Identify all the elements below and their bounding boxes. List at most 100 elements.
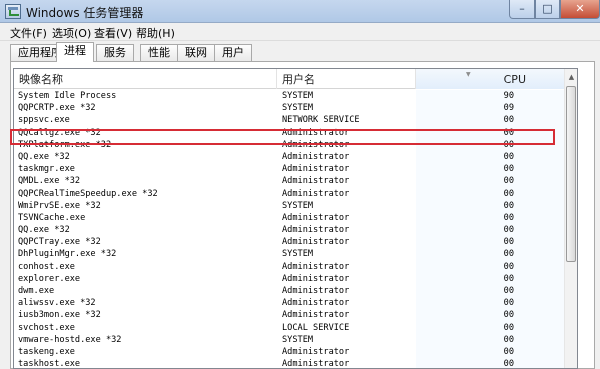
table-row[interactable]: QQPCTray.exe *32 Administrator 00 [14, 236, 564, 248]
process-user: Administrator [282, 151, 350, 162]
table-row[interactable]: QQ.exe *32 Administrator 00 [14, 151, 564, 163]
scrollbar-thumb[interactable] [566, 86, 576, 262]
menu-file[interactable]: 文件(F) [10, 25, 47, 41]
process-cpu: 00 [503, 273, 514, 284]
menu-help[interactable]: 帮助(H) [136, 25, 175, 41]
tab-processes[interactable]: 进程 [56, 42, 94, 62]
table-row[interactable]: QMDL.exe *32 Administrator 00 [14, 175, 564, 187]
process-cpu: 09 [503, 103, 514, 114]
process-user: Administrator [282, 164, 350, 175]
process-name: QQPCRTP.exe *32 [18, 103, 96, 114]
table-row[interactable]: DhPluginMgr.exe *32 SYSTEM 00 [14, 248, 564, 260]
process-user: SYSTEM [282, 103, 314, 114]
process-user: Administrator [282, 212, 350, 223]
table-row[interactable]: TSVNCache.exe Administrator 00 [14, 212, 564, 224]
table-row[interactable]: QQPCRTP.exe *32 SYSTEM 09 [14, 102, 564, 114]
process-name: WmiPrvSE.exe *32 [18, 200, 101, 211]
process-name: DhPluginMgr.exe *32 [18, 249, 117, 260]
table-row[interactable]: QQPCRealTimeSpeedup.exe *32 Administrator… [14, 188, 564, 200]
table-row[interactable]: dwm.exe Administrator 00 [14, 285, 564, 297]
minimize-button[interactable]: – [509, 0, 535, 19]
tab-users[interactable]: 用户 [214, 44, 252, 61]
process-list[interactable]: 映像名称 用户名 CPU ▼ System Idle Process SYSTEM… [13, 68, 578, 369]
column-header-image-name[interactable]: 映像名称 [19, 69, 63, 89]
process-name: conhost.exe [18, 261, 75, 272]
table-row[interactable]: sppsvc.exe NETWORK SERVICE 00 [14, 114, 564, 126]
process-name: taskhost.exe [18, 359, 81, 369]
table-row[interactable]: WmiPrvSE.exe *32 SYSTEM 00 [14, 200, 564, 212]
process-cpu: 00 [503, 188, 514, 199]
process-cpu: 00 [503, 237, 514, 248]
process-name: explorer.exe [18, 273, 81, 284]
process-user: Administrator [282, 225, 350, 236]
process-user: Administrator [282, 261, 350, 272]
process-name: dwm.exe [18, 286, 55, 296]
maximize-button[interactable]: □ [535, 0, 560, 19]
process-user: SYSTEM [282, 200, 314, 211]
tab-services[interactable]: 服务 [96, 44, 134, 61]
process-name: sppsvc.exe [18, 115, 70, 126]
process-user: LOCAL SERVICE [282, 322, 350, 333]
process-user: SYSTEM [282, 91, 314, 101]
process-name: vmware-hostd.exe *32 [18, 334, 122, 345]
title-bar: Windows 任务管理器 – □ ✕ [0, 0, 600, 23]
table-row[interactable]: taskeng.exe Administrator 00 [14, 346, 564, 358]
close-button[interactable]: ✕ [560, 0, 600, 19]
sort-descending-icon: ▼ [466, 71, 471, 78]
process-name: aliwssv.exe *32 [18, 298, 96, 309]
process-user: Administrator [282, 359, 350, 369]
process-cpu: 00 [503, 334, 514, 345]
tab-performance[interactable]: 性能 [140, 44, 178, 61]
process-cpu: 00 [503, 310, 514, 321]
process-name: QQ.exe *32 [18, 151, 70, 162]
table-row[interactable]: System Idle Process SYSTEM 90 [14, 90, 564, 102]
process-name: svchost.exe [18, 322, 75, 333]
process-user: Administrator [282, 237, 350, 248]
process-user: NETWORK SERVICE [282, 115, 360, 126]
scroll-up-icon[interactable]: ▲ [565, 69, 577, 85]
table-row[interactable]: svchost.exe LOCAL SERVICE 00 [14, 322, 564, 334]
table-row[interactable]: taskhost.exe Administrator 00 [14, 358, 564, 369]
table-row[interactable]: taskmgr.exe Administrator 00 [14, 163, 564, 175]
process-cpu: 00 [503, 346, 514, 357]
process-name: iusb3mon.exe *32 [18, 310, 101, 321]
column-divider[interactable] [276, 69, 277, 89]
process-cpu: 00 [503, 200, 514, 211]
process-user: Administrator [282, 286, 350, 296]
process-cpu: 90 [503, 91, 514, 101]
column-header-user-name[interactable]: 用户名 [282, 69, 315, 89]
process-name: QMDL.exe *32 [18, 176, 81, 187]
column-header-cpu[interactable]: CPU [416, 69, 564, 89]
process-cpu: 00 [503, 176, 514, 187]
task-manager-icon [5, 4, 21, 19]
process-cpu: 00 [503, 164, 514, 175]
tab-area: 应用程序 进程 服务 性能 联网 用户 映像名称 用户名 CPU ▼ Syste… [0, 41, 600, 369]
process-user: Administrator [282, 310, 350, 321]
process-name: taskmgr.exe [18, 164, 75, 175]
table-row[interactable]: explorer.exe Administrator 00 [14, 273, 564, 285]
process-cpu: 00 [503, 261, 514, 272]
process-cpu: 00 [503, 249, 514, 260]
tab-networking[interactable]: 联网 [177, 44, 215, 61]
process-cpu: 00 [503, 225, 514, 236]
menu-options[interactable]: 选项(O) [52, 25, 91, 41]
process-user: Administrator [282, 298, 350, 309]
process-user: SYSTEM [282, 249, 314, 260]
menu-bar: 文件(F) 选项(O) 查看(V) 帮助(H) [0, 23, 600, 41]
window-title: Windows 任务管理器 [26, 6, 144, 20]
table-row[interactable]: QQ.exe *32 Administrator 00 [14, 224, 564, 236]
process-user: Administrator [282, 346, 350, 357]
process-name: QQPCTray.exe *32 [18, 237, 101, 248]
highlight-box [10, 129, 555, 145]
list-header: 映像名称 用户名 CPU ▼ [14, 69, 564, 89]
menu-view[interactable]: 查看(V) [94, 25, 132, 41]
table-row[interactable]: conhost.exe Administrator 00 [14, 261, 564, 273]
table-row[interactable]: vmware-hostd.exe *32 SYSTEM 00 [14, 334, 564, 346]
process-cpu: 00 [503, 359, 514, 369]
process-user: Administrator [282, 273, 350, 284]
table-row[interactable]: aliwssv.exe *32 Administrator 00 [14, 297, 564, 309]
vertical-scrollbar[interactable]: ▲ [564, 69, 577, 368]
process-user: Administrator [282, 176, 350, 187]
table-row[interactable]: iusb3mon.exe *32 Administrator 00 [14, 309, 564, 321]
process-user: Administrator [282, 188, 350, 199]
